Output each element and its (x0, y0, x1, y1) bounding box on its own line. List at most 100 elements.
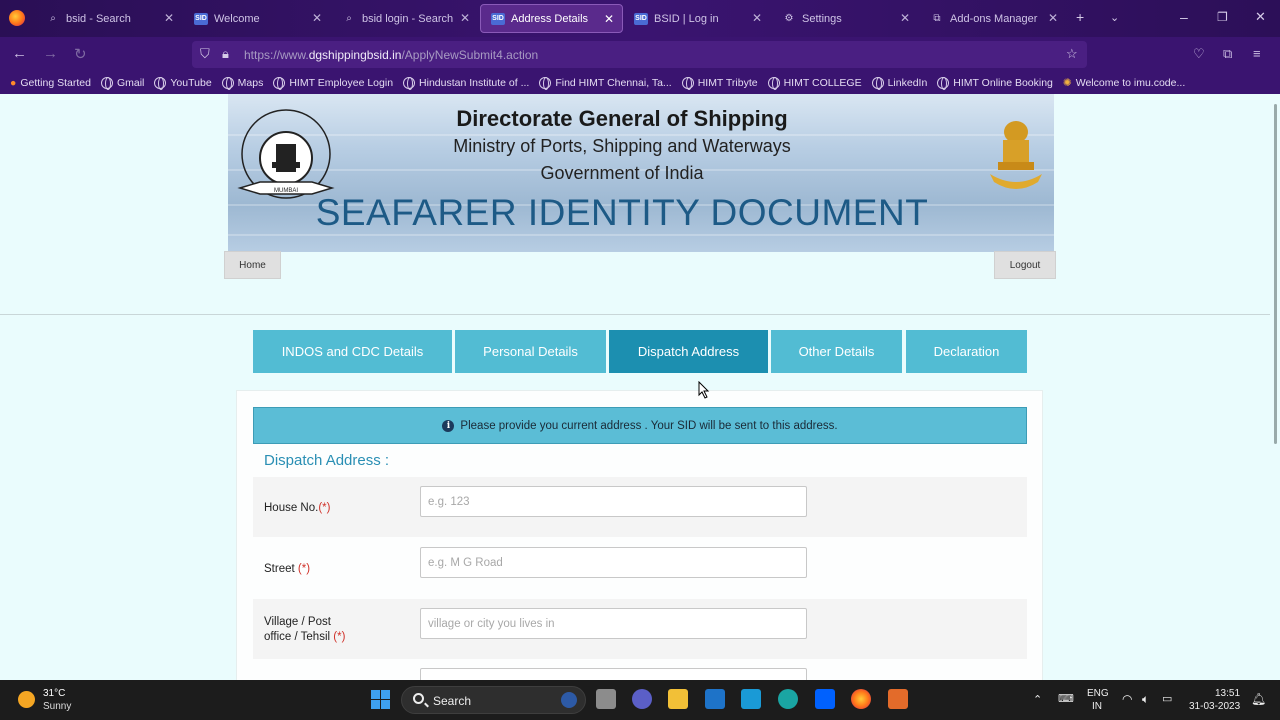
volume-icon[interactable]: 🔈︎ (1142, 692, 1149, 707)
pocket-icon[interactable]: ♡ (1193, 46, 1205, 62)
tab-label: Add-ons Manager (950, 12, 1038, 25)
info-alert: i Please provide you current address . Y… (253, 407, 1027, 444)
url-text[interactable]: https://www.dgshippingbsid.in/ApplyNewSu… (244, 48, 538, 62)
bookmark-item[interactable]: YouTube (154, 76, 212, 90)
search-label: Search (433, 694, 472, 708)
forward-icon[interactable]: → (43, 45, 58, 62)
browser-tab[interactable]: ⧉ Add-ons Manager ✕ (920, 4, 1066, 33)
keyboard-icon[interactable]: ⌨ (1058, 692, 1074, 705)
browser-tab-active[interactable]: SID Address Details ✕ (480, 4, 623, 33)
reload-icon[interactable]: ↻ (74, 45, 87, 63)
section-title: Dispatch Address : (264, 452, 390, 469)
info-icon: i (442, 419, 455, 432)
bookmark-item[interactable]: Find HIMT Chennai, Ta... (539, 76, 672, 90)
sid-icon: SID (194, 12, 208, 26)
bookmark-star-icon[interactable]: ☆ (1066, 46, 1078, 62)
bookmark-item[interactable]: HIMT Employee Login (273, 76, 393, 90)
battery-icon[interactable]: ▭ (1162, 692, 1172, 705)
tab-declaration[interactable]: Declaration (906, 330, 1027, 373)
chevron-down-icon[interactable]: ⌄ (1110, 11, 1119, 24)
home-button[interactable]: Home (224, 251, 281, 279)
minimize-icon[interactable]: – (1180, 9, 1188, 25)
street-input[interactable] (420, 547, 807, 578)
bookmark-item[interactable]: ✺ Welcome to imu.code... (1063, 77, 1185, 89)
browser-tab[interactable]: ⌕ bsid login - Search ✕ (332, 4, 478, 33)
address-bar[interactable]: ⛉ 🔒︎ https://www.dgshippingbsid.in/Apply… (192, 41, 1087, 68)
sid-icon: SID (634, 12, 648, 26)
tab-label: bsid login - Search (362, 12, 454, 25)
tab-dispatch-address[interactable]: Dispatch Address (609, 330, 768, 373)
firefox-taskbar-icon[interactable] (851, 689, 871, 709)
tab-other-details[interactable]: Other Details (771, 330, 902, 373)
bookmark-item[interactable]: Maps (221, 76, 263, 90)
bookmark-item[interactable]: Hindustan Institute of ... (403, 76, 529, 90)
dropbox-icon[interactable] (815, 689, 835, 709)
mouse-cursor-icon (698, 381, 710, 399)
windows-start-icon[interactable] (371, 690, 390, 709)
mail-icon[interactable] (705, 689, 725, 709)
lock-icon[interactable]: 🔒︎ (222, 46, 229, 62)
bookmark-item[interactable]: Gmail (100, 76, 144, 90)
close-icon[interactable]: ✕ (312, 11, 322, 25)
close-icon[interactable]: ✕ (460, 11, 470, 25)
bookmark-item[interactable]: LinkedIn (871, 76, 927, 90)
taskbar-search[interactable]: Search (401, 686, 586, 714)
back-icon[interactable]: ← (12, 45, 27, 62)
bing-icon[interactable] (561, 692, 577, 708)
next-field-input[interactable] (420, 668, 807, 680)
tab-personal-details[interactable]: Personal Details (455, 330, 606, 373)
shield-icon[interactable]: ⛉ (200, 46, 210, 62)
new-tab-icon[interactable]: + (1076, 9, 1084, 25)
browser-tab[interactable]: ⌕ bsid - Search ✕ (36, 4, 182, 33)
chevron-up-icon[interactable]: ⌃ (1033, 693, 1042, 706)
close-icon[interactable]: ✕ (752, 11, 762, 25)
bookmark-item[interactable]: ● Getting Started (10, 77, 91, 89)
village-input[interactable] (420, 608, 807, 639)
file-explorer-icon[interactable] (668, 689, 688, 709)
globe-icon (221, 76, 234, 90)
scrollbar-thumb[interactable] (1274, 104, 1277, 444)
bookmark-item[interactable]: HIMT Tribyte (681, 76, 758, 90)
browser-tab[interactable]: SID Welcome ✕ (184, 4, 330, 33)
tab-indos-cdc-details[interactable]: INDOS and CDC Details (253, 330, 452, 373)
weather-temperature[interactable]: 31°C (43, 688, 65, 699)
close-icon[interactable]: ✕ (900, 11, 910, 25)
browser-tab[interactable]: ⚙ Settings ✕ (772, 4, 918, 33)
bookmark-item[interactable]: HIMT Online Booking (937, 76, 1053, 90)
edge-icon[interactable] (778, 689, 798, 709)
logout-button[interactable]: Logout (994, 251, 1056, 279)
mobile-app-icon[interactable] (741, 689, 761, 709)
language-bottom[interactable]: IN (1092, 701, 1102, 712)
close-icon[interactable]: ✕ (164, 11, 174, 25)
gear-icon: ⚙ (784, 13, 794, 24)
notification-icon[interactable]: 🔔︎ (1251, 692, 1266, 706)
task-view-icon[interactable] (596, 689, 616, 709)
house-no-input[interactable] (420, 486, 807, 517)
close-icon[interactable]: ✕ (604, 12, 614, 26)
presentation-app-icon[interactable] (888, 689, 908, 709)
window-close-icon[interactable]: ✕ (1255, 9, 1266, 25)
language-top[interactable]: ENG (1087, 688, 1109, 699)
sun-icon[interactable] (18, 691, 35, 708)
weather-condition[interactable]: Sunny (43, 701, 71, 712)
close-icon[interactable]: ✕ (1048, 11, 1058, 25)
house-no-label: House No.(*) (264, 502, 331, 514)
extensions-icon[interactable]: ⧉ (1223, 46, 1232, 62)
browser-tab-bar: ⌕ bsid - Search ✕ SID Welcome ✕ ⌕ bsid l… (0, 0, 1280, 37)
menu-icon[interactable]: ≡ (1253, 46, 1261, 61)
header-government: Government of India (540, 163, 704, 183)
browser-tab[interactable]: SID BSID | Log in ✕ (624, 4, 770, 33)
bookmark-item[interactable]: HIMT COLLEGE (767, 76, 862, 90)
firefox-icon[interactable] (9, 10, 25, 26)
scrollbar[interactable] (1270, 94, 1280, 680)
clock-time[interactable]: 13:51 (1215, 688, 1240, 699)
clock-date[interactable]: 31-03-2023 (1189, 701, 1240, 712)
form-row-village: Village / Post office / Tehsil (*) (253, 599, 1027, 659)
imu-icon: ✺ (1062, 76, 1072, 89)
header-sid-title: SEAFARER IDENTITY DOCUMENT (315, 192, 929, 233)
tab-label: Settings (802, 12, 842, 25)
wifi-icon[interactable]: ◠ (1122, 692, 1132, 706)
restore-icon[interactable]: ❐ (1217, 10, 1228, 24)
search-icon: ⌕ (50, 13, 56, 24)
teams-icon[interactable] (632, 689, 652, 709)
